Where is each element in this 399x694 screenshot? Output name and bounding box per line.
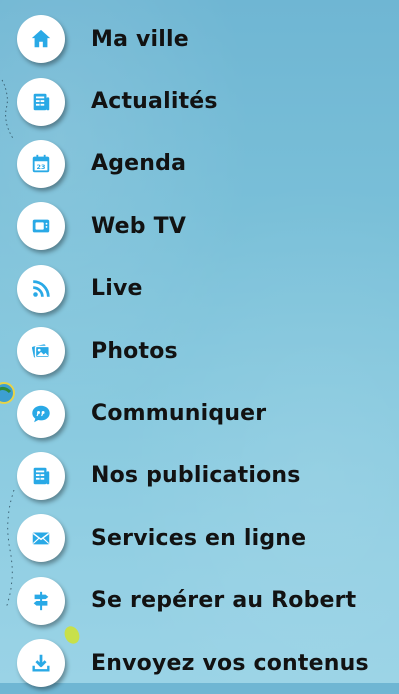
photos-icon — [32, 344, 50, 359]
envelope-icon — [32, 532, 50, 545]
photos-button[interactable] — [17, 327, 65, 376]
web-tv-button[interactable] — [17, 202, 65, 251]
menu-item-label: Communiquer — [91, 401, 267, 427]
tv-icon — [32, 219, 50, 233]
main-menu: Ma ville Actualités 23 Agenda Web TV Liv… — [0, 8, 399, 694]
menu-item-label: Nos publications — [91, 463, 301, 489]
menu-item-label: Services en ligne — [91, 525, 307, 551]
envoyez-button[interactable] — [17, 639, 65, 688]
menu-item-se-reperer[interactable]: Se repérer au Robert — [0, 570, 399, 632]
menu-item-label: Ma ville — [91, 26, 189, 52]
menu-item-label: Agenda — [91, 151, 187, 177]
agenda-button[interactable]: 23 — [17, 139, 65, 188]
calendar-day: 23 — [37, 163, 46, 171]
menu-item-envoyez[interactable]: Envoyez vos contenus — [0, 632, 399, 694]
menu-item-label: Actualités — [91, 89, 218, 115]
menu-item-label: Envoyez vos contenus — [91, 650, 369, 676]
menu-item-label: Web TV — [91, 213, 187, 239]
signpost-icon — [33, 591, 49, 610]
menu-item-actualites[interactable]: Actualités — [0, 70, 399, 132]
ma-ville-button[interactable] — [17, 15, 65, 64]
menu-item-label: Se repérer au Robert — [91, 588, 357, 614]
menu-item-live[interactable]: Live — [0, 258, 399, 320]
menu-item-ma-ville[interactable]: Ma ville — [0, 8, 399, 70]
menu-item-services-en-ligne[interactable]: Services en ligne — [0, 507, 399, 569]
upload-icon — [32, 654, 50, 672]
home-icon — [31, 30, 51, 48]
se-reperer-button[interactable] — [17, 576, 65, 625]
newspaper-icon — [33, 93, 50, 110]
nos-publications-button[interactable] — [17, 451, 65, 500]
rss-icon — [33, 280, 50, 297]
calendar-icon: 23 — [32, 154, 50, 173]
menu-item-web-tv[interactable]: Web TV — [0, 195, 399, 257]
menu-item-communiquer[interactable]: Communiquer — [0, 382, 399, 444]
menu-item-label: Live — [91, 276, 143, 302]
publication-icon — [33, 467, 50, 485]
live-button[interactable] — [17, 264, 65, 313]
menu-item-label: Photos — [91, 338, 178, 364]
communiquer-button[interactable] — [17, 389, 65, 438]
menu-item-nos-publications[interactable]: Nos publications — [0, 445, 399, 507]
services-en-ligne-button[interactable] — [17, 514, 65, 563]
actualites-button[interactable] — [17, 77, 65, 126]
menu-item-photos[interactable]: Photos — [0, 320, 399, 382]
chat-quote-icon — [32, 405, 50, 422]
menu-item-agenda[interactable]: 23 Agenda — [0, 133, 399, 195]
